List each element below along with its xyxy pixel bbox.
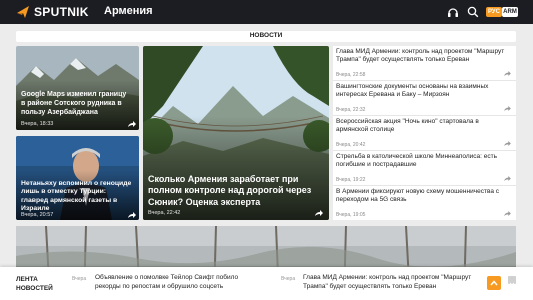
ticker-item-time: Вчера — [72, 276, 87, 282]
share-icon[interactable] — [128, 212, 136, 218]
news-tab-bar[interactable]: НОВОСТИ — [16, 31, 516, 42]
share-icon[interactable] — [504, 176, 511, 181]
news-card[interactable]: Google Maps изменил границу в районе Сот… — [16, 46, 139, 130]
list-item-time: Вчера, 22:58 — [336, 72, 366, 78]
news-list: Глава МИД Армении: контроль над проектом… — [333, 46, 516, 220]
logo-text: SPUTNIK — [34, 5, 89, 19]
featured-news-card[interactable]: Сколько Армения заработает при полном ко… — [143, 46, 329, 220]
tab-news[interactable]: НОВОСТИ — [16, 32, 516, 39]
sputnik-star-icon — [17, 6, 29, 18]
list-item[interactable]: Глава МИД Армении: контроль над проектом… — [333, 46, 516, 81]
ticker-item-text[interactable]: Объявление о помолвке Тейлор Свифт побил… — [95, 274, 265, 292]
list-item-time: Вчера, 20:42 — [336, 142, 366, 148]
card-time: Вчера, 22:42 — [148, 210, 181, 216]
card-title[interactable]: Google Maps изменил границу в районе Сот… — [21, 91, 131, 117]
list-item[interactable]: В Армении фиксируют новую схему мошеннич… — [333, 186, 516, 221]
list-item-title[interactable]: В Армении фиксируют новую схему мошеннич… — [336, 188, 512, 205]
share-icon[interactable] — [504, 141, 511, 146]
list-item-title[interactable]: Глава МИД Армении: контроль над проектом… — [336, 48, 512, 65]
site-header: SPUTNIK Армения РУС ARM — [0, 0, 533, 24]
list-item-title[interactable]: Всероссийская акция "Ночь кино" стартова… — [336, 118, 512, 135]
list-item[interactable]: Стрельба в католической школе Миннеаполи… — [333, 151, 516, 186]
chevron-up-icon — [490, 280, 498, 286]
ticker-item-text[interactable]: Глава МИД Армении: контроль над проектом… — [303, 274, 481, 292]
list-item-title[interactable]: Вашингтонские документы основаны на взаи… — [336, 83, 512, 100]
news-ticker: ЛЕНТА НОВОСТЕЙ Вчера Объявление о помолв… — [0, 267, 533, 300]
list-item[interactable]: Вашингтонские документы основаны на взаи… — [333, 81, 516, 116]
search-icon[interactable] — [466, 5, 480, 19]
share-icon[interactable] — [315, 210, 323, 216]
ticker-item-time: Вчера — [281, 276, 296, 282]
lang-arm-button[interactable]: ARM — [502, 7, 518, 17]
card-title[interactable]: Сколько Армения заработает при полном ко… — [148, 174, 324, 208]
card-title[interactable]: Нетаньяху вспомнил о геноциде лишь в отм… — [21, 180, 133, 214]
list-item-time: Вчера, 19:05 — [336, 212, 366, 218]
radio-icon[interactable] — [446, 5, 460, 19]
share-icon[interactable] — [128, 121, 136, 127]
ticker-label[interactable]: ЛЕНТА НОВОСТЕЙ — [16, 275, 60, 293]
lang-rus-button[interactable]: РУС — [486, 7, 502, 17]
region-name[interactable]: Армения — [104, 5, 153, 17]
share-icon[interactable] — [504, 106, 511, 111]
share-icon[interactable] — [504, 71, 511, 76]
card-time: Вчера, 20:57 — [21, 212, 54, 218]
list-item[interactable]: Всероссийская акция "Ночь кино" стартова… — [333, 116, 516, 151]
close-button[interactable] — [508, 276, 516, 288]
close-icon — [509, 282, 515, 288]
scroll-up-button[interactable] — [487, 276, 501, 290]
share-icon[interactable] — [504, 211, 511, 216]
sputnik-logo[interactable]: SPUTNIK — [16, 4, 89, 20]
list-item-time: Вчера, 19:22 — [336, 177, 366, 183]
card-time: Вчера, 18:33 — [21, 121, 54, 127]
list-item-time: Вчера, 22:32 — [336, 107, 366, 113]
list-item-title[interactable]: Стрельба в католической школе Миннеаполи… — [336, 153, 512, 170]
news-card[interactable]: Нетаньяху вспомнил о геноциде лишь в отм… — [16, 136, 139, 220]
